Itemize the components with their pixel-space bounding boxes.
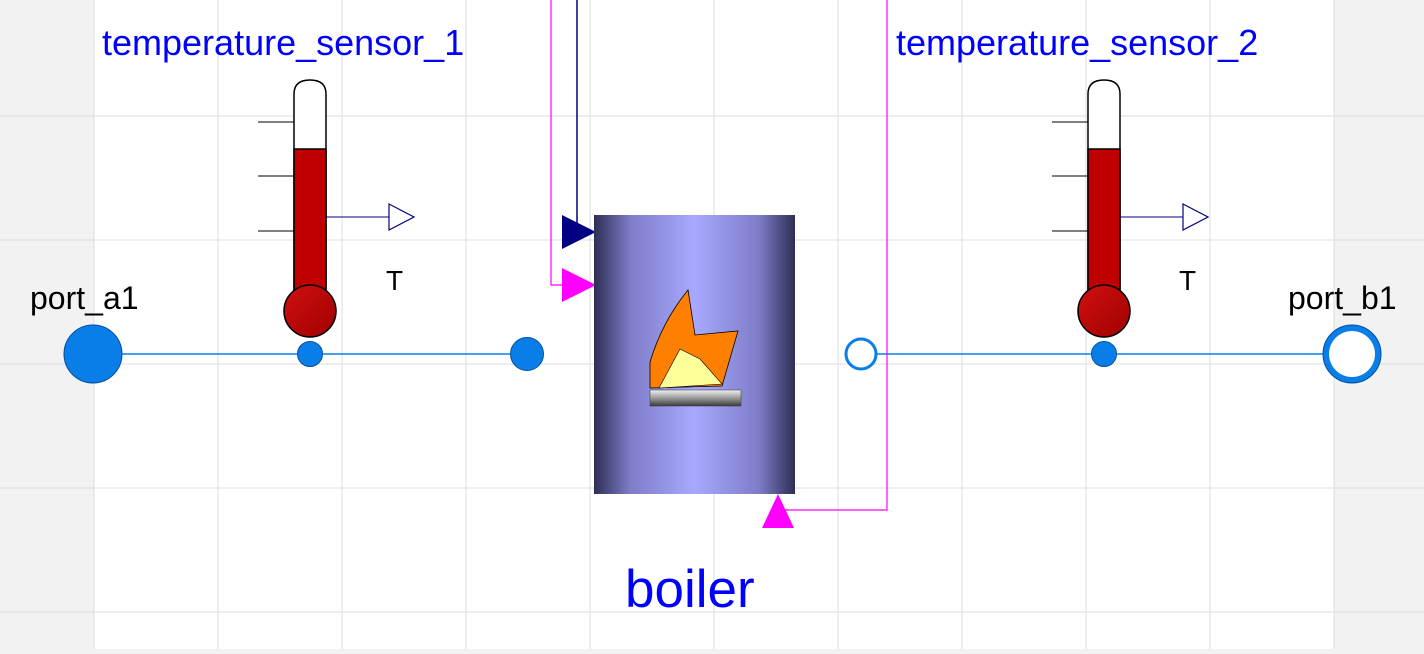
sensor-1-fluid-port-icon[interactable]: [297, 341, 323, 367]
port-b1-inner: [1329, 331, 1375, 377]
sensor-2-fluid-port-icon[interactable]: [1091, 341, 1117, 367]
boiler-name: boiler: [625, 560, 755, 619]
sensor-1-output-label: T: [386, 265, 403, 296]
diagram-margin-left: [0, 0, 94, 649]
sensor-1-name: temperature_sensor_1: [102, 22, 464, 63]
sensor-2-name: temperature_sensor_2: [896, 22, 1258, 63]
boiler-outlet-port-icon[interactable]: [844, 337, 878, 371]
port-a1-fluid-port-icon[interactable]: [63, 324, 123, 384]
diagram-canvas: temperature_sensor_1 T temperature_senso…: [0, 0, 1424, 649]
sensor-2-output-label: T: [1179, 265, 1196, 296]
port-b1-label: port_b1: [1288, 280, 1397, 316]
modelica-diagram: temperature_sensor_1 T temperature_senso…: [0, 0, 1424, 649]
port-a1-label: port_a1: [30, 280, 139, 316]
boiler-inlet-port-icon[interactable]: [510, 337, 544, 371]
diagram-margin-right: [1334, 0, 1424, 649]
burner-icon: [649, 389, 742, 407]
